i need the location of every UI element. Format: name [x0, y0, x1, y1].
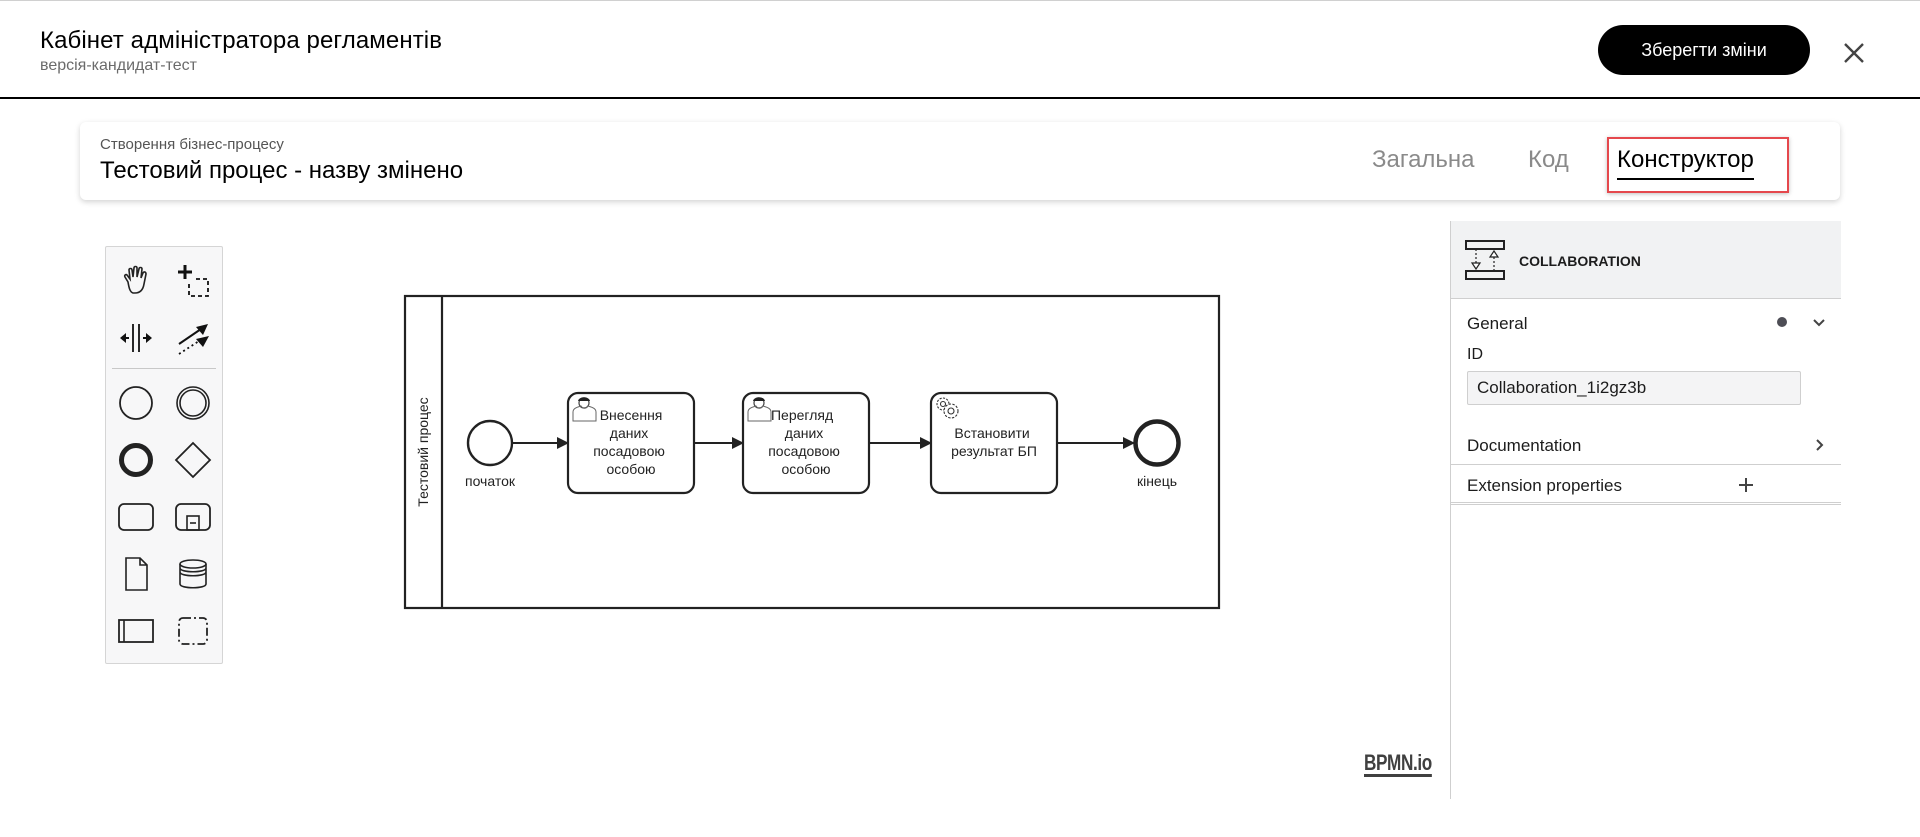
task-label-line: Внесення — [600, 407, 663, 423]
bpmn-io-logo[interactable]: BPMN.io — [1364, 752, 1432, 777]
diagram-canvas[interactable]: Тестовий процес початок Внесення даних п… — [0, 0, 1450, 800]
group-extension-properties[interactable]: Extension properties — [1451, 465, 1841, 505]
close-button[interactable] — [1840, 39, 1868, 67]
user-task[interactable]: Перегляд даних посадовою особою — [741, 391, 871, 495]
chevron-right-icon[interactable] — [1813, 437, 1827, 453]
id-input[interactable] — [1467, 371, 1801, 405]
group-documentation[interactable]: Documentation — [1451, 425, 1841, 465]
plus-icon[interactable] — [1738, 477, 1754, 493]
start-event[interactable]: початок — [465, 419, 516, 489]
properties-panel: COLLABORATION General ID Documentation E… — [1450, 221, 1841, 799]
task-label-line: даних — [785, 425, 824, 441]
pool-label: Тестовий процес — [415, 397, 431, 506]
user-task[interactable]: Внесення даних посадовою особою — [566, 391, 696, 495]
task-label-line: Перегляд — [771, 407, 833, 423]
task-label-line: результат БП — [951, 443, 1037, 459]
service-task[interactable]: Встановити результат БП — [929, 391, 1059, 495]
end-event[interactable]: кінець — [1133, 419, 1181, 490]
tab-code[interactable]: Код — [1528, 146, 1569, 174]
collaboration-icon — [1465, 240, 1505, 280]
save-changes-button[interactable]: Зберегти зміни — [1598, 25, 1810, 75]
data-marker-dot — [1777, 317, 1787, 327]
task-label-line: особою — [606, 461, 655, 477]
task-label-line: посадовою — [768, 443, 840, 459]
close-icon — [1844, 43, 1864, 63]
task-label-line: Встановити — [954, 425, 1029, 441]
element-type-label: COLLABORATION — [1519, 253, 1641, 269]
group-general-header[interactable]: General — [1467, 314, 1527, 334]
chevron-down-icon[interactable] — [1811, 315, 1827, 331]
task-label-line: посадовою — [593, 443, 665, 459]
id-label: ID — [1467, 346, 1483, 363]
end-event-label: кінець — [1137, 473, 1177, 489]
properties-header: COLLABORATION — [1451, 221, 1841, 299]
task-label-line: даних — [610, 425, 649, 441]
group-extension-properties-header[interactable]: Extension properties — [1467, 476, 1622, 496]
group-documentation-header[interactable]: Documentation — [1467, 436, 1581, 456]
tab-constructor[interactable]: Конструктор — [1617, 146, 1754, 180]
start-event-label: початок — [465, 473, 516, 489]
task-label-line: особою — [781, 461, 830, 477]
